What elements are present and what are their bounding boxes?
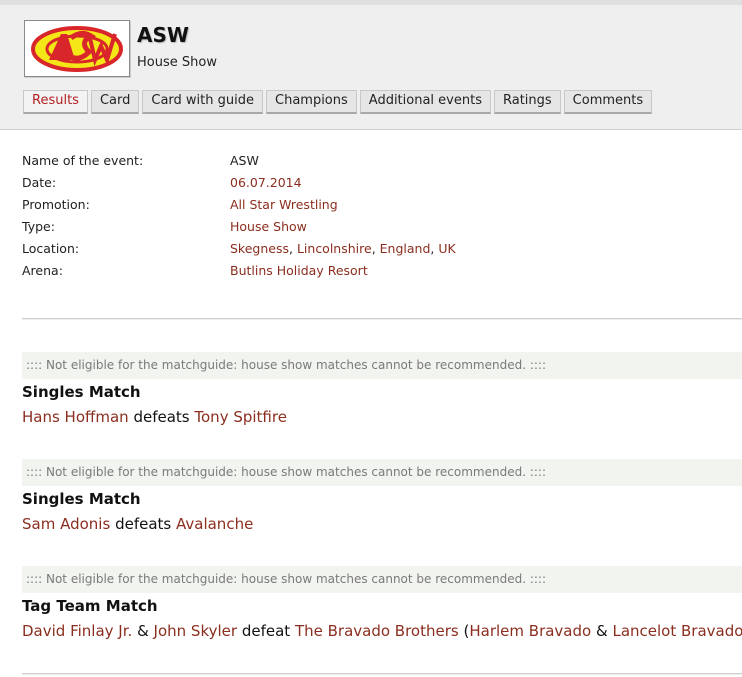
info-label: Name of the event: — [22, 153, 144, 168]
info-label: Promotion: — [22, 197, 90, 212]
match-result: Hans Hoffman defeats Tony Spitfire — [22, 408, 287, 426]
tab-results[interactable]: Results — [23, 90, 88, 114]
result-verb: defeat — [241, 622, 291, 640]
location-link-nation[interactable]: UK — [438, 241, 455, 256]
wrestler-link[interactable]: Sam Adonis — [22, 515, 110, 533]
tab-card[interactable]: Card — [90, 90, 140, 114]
date-link[interactable]: 06.07.2014 — [230, 175, 302, 190]
matchguide-notice: :::: Not eligible for the matchguide: ho… — [22, 566, 742, 593]
arena-link[interactable]: Butlins Holiday Resort — [230, 263, 368, 278]
result-verb: defeats — [133, 408, 190, 426]
ampersand: & — [595, 622, 608, 640]
wrestler-link[interactable]: John Skyler — [154, 622, 238, 640]
match-result: David Finlay Jr. & John Skyler defeat Th… — [22, 622, 742, 640]
tab-champions[interactable]: Champions — [266, 90, 357, 114]
info-row-date: Date: 06.07.2014 — [22, 175, 722, 197]
tab-additional-events[interactable]: Additional events — [359, 90, 491, 114]
matchguide-notice: :::: Not eligible for the matchguide: ho… — [22, 352, 742, 379]
team-members: (Harlem Bravado & Lancelot Bravado) — [463, 622, 742, 640]
event-header: ASW House Show Results Card Card with gu… — [0, 0, 742, 130]
page-title: ASW — [137, 23, 189, 47]
tab-bar: Results Card Card with guide Champions A… — [23, 90, 653, 114]
wrestler-link[interactable]: Harlem Bravado — [469, 622, 591, 640]
wrestler-link[interactable]: Avalanche — [176, 515, 253, 533]
ampersand: & — [137, 622, 149, 640]
location-value: Skegness, Lincolnshire, England, UK — [230, 241, 456, 256]
info-label: Date: — [22, 175, 57, 190]
wrestler-link[interactable]: Hans Hoffman — [22, 408, 129, 426]
wrestler-link[interactable]: David Finlay Jr. — [22, 622, 132, 640]
tab-ratings[interactable]: Ratings — [493, 90, 561, 114]
info-row-type: Type: House Show — [22, 219, 722, 241]
team-link[interactable]: The Bravado Brothers — [295, 622, 459, 640]
location-link-city[interactable]: Skegness — [230, 241, 289, 256]
match-result: Sam Adonis defeats Avalanche — [22, 515, 253, 533]
match-type: Singles Match — [22, 383, 141, 401]
info-label: Type: — [22, 219, 55, 234]
promotion-link[interactable]: All Star Wrestling — [230, 197, 338, 212]
tab-comments[interactable]: Comments — [563, 90, 653, 114]
wrestler-link[interactable]: Lancelot Bravado — [612, 622, 742, 640]
promotion-logo[interactable] — [24, 20, 130, 77]
divider — [22, 673, 742, 674]
match-type: Singles Match — [22, 490, 141, 508]
event-name-value: ASW — [230, 153, 259, 168]
type-link[interactable]: House Show — [230, 219, 307, 234]
asw-logo-icon — [31, 26, 123, 72]
wrestler-link[interactable]: Tony Spitfire — [194, 408, 287, 426]
info-row-promotion: Promotion: All Star Wrestling — [22, 197, 722, 219]
event-type-subtitle: House Show — [137, 55, 217, 70]
info-row-location: Location: Skegness, Lincolnshire, Englan… — [22, 241, 722, 263]
match-type: Tag Team Match — [22, 597, 158, 615]
event-info-table: Name of the event: ASW Date: 06.07.2014 … — [22, 153, 722, 285]
info-row-name: Name of the event: ASW — [22, 153, 722, 175]
matchguide-notice: :::: Not eligible for the matchguide: ho… — [22, 459, 742, 486]
divider — [22, 318, 742, 319]
tab-card-with-guide[interactable]: Card with guide — [142, 90, 263, 114]
result-verb: defeats — [115, 515, 172, 533]
info-row-arena: Arena: Butlins Holiday Resort — [22, 263, 722, 285]
info-label: Arena: — [22, 263, 63, 278]
location-link-country[interactable]: England — [380, 241, 431, 256]
location-link-county[interactable]: Lincolnshire — [297, 241, 372, 256]
info-label: Location: — [22, 241, 80, 256]
